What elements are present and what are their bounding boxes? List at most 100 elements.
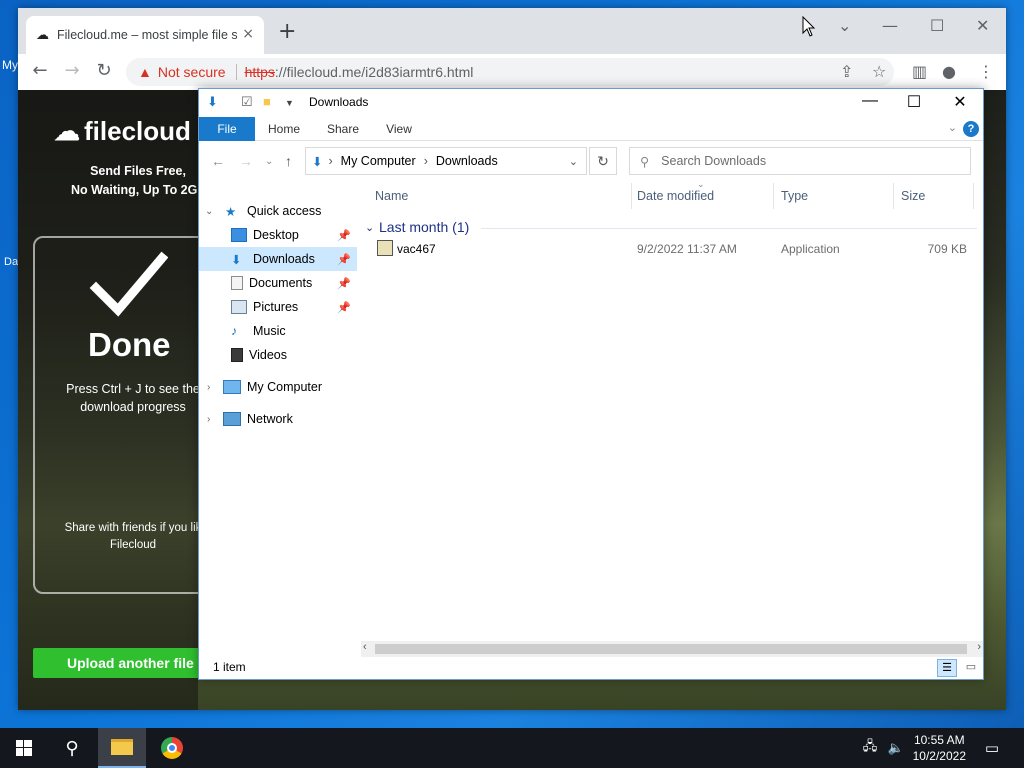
forward-icon[interactable]: → <box>239 153 253 169</box>
bookmark-star-icon[interactable]: ☆ <box>872 62 886 81</box>
column-divider[interactable] <box>773 183 774 209</box>
tab-share[interactable]: Share <box>317 117 369 141</box>
desktop-icon-label[interactable]: Da <box>4 256 18 268</box>
cloud-logo-icon: ☁ <box>54 116 80 146</box>
forward-icon[interactable]: → <box>60 60 84 81</box>
url-text: ://filecloud.me/i2d83iarmtr6.html <box>274 64 474 80</box>
horizontal-scrollbar[interactable]: ‹ › <box>361 641 983 657</box>
expand-ribbon-icon[interactable]: ⌄ <box>948 121 957 134</box>
taskbar-chrome[interactable] <box>148 728 196 768</box>
search-icon: ⚲ <box>640 154 650 169</box>
close-icon[interactable]: ✕ <box>937 92 983 112</box>
group-header[interactable]: Last month (1) <box>379 219 469 235</box>
nav-item-desktop[interactable]: Desktop 📌 <box>199 223 357 247</box>
breadcrumb-separator-icon: › <box>423 154 428 168</box>
nav-item-documents[interactable]: Documents 📌 <box>199 271 357 295</box>
network-tray-icon[interactable]: 🖧 <box>858 728 882 768</box>
nav-item-network[interactable]: › Network <box>199 407 357 431</box>
download-folder-icon: ⬇ <box>207 94 218 109</box>
expand-icon[interactable]: › <box>207 382 210 393</box>
up-icon[interactable]: ↑ <box>285 153 292 169</box>
filecloud-logo[interactable]: ☁ filecloud <box>54 116 191 147</box>
search-input[interactable]: ⚲ Search Downloads <box>629 147 971 175</box>
large-icons-view-icon[interactable]: ▭ <box>961 659 981 677</box>
nav-item-music[interactable]: ♪ Music <box>199 319 357 343</box>
collapse-icon[interactable]: ⌄ <box>205 206 213 217</box>
reload-icon[interactable]: ↻ <box>92 60 116 81</box>
column-header-date[interactable]: Date modified <box>637 189 714 203</box>
column-divider[interactable] <box>631 183 632 209</box>
star-icon: ★ <box>225 205 237 219</box>
pin-icon[interactable]: 📌 <box>337 253 351 266</box>
side-panel-icon[interactable]: ▥ <box>912 62 927 81</box>
url-scheme: https <box>244 64 275 80</box>
nav-item-my-computer[interactable]: › My Computer <box>199 375 357 399</box>
nav-item-videos[interactable]: Videos <box>199 343 357 367</box>
search-icon[interactable]: ⚲ <box>48 728 96 768</box>
volume-icon[interactable]: 🔈 <box>884 728 908 768</box>
help-icon[interactable]: ? <box>963 121 979 137</box>
share-line: Share with friends if you lik <box>64 522 202 534</box>
details-view-icon[interactable]: ☰ <box>937 659 957 677</box>
customize-toolbar-icon[interactable]: ▼ <box>285 98 294 108</box>
start-button[interactable] <box>0 728 48 768</box>
pin-icon[interactable]: 📌 <box>337 277 351 290</box>
column-header-name[interactable]: Name <box>375 189 408 203</box>
properties-icon[interactable]: ☑ <box>241 94 253 110</box>
tab-file[interactable]: File <box>199 117 255 141</box>
back-icon[interactable]: ← <box>28 60 52 81</box>
nav-label: Documents <box>249 276 313 290</box>
group-collapse-icon[interactable]: ⌄ <box>365 221 374 234</box>
address-bar[interactable]: ⬇ › My Computer › Downloads ⌄ <box>305 147 587 175</box>
column-divider[interactable] <box>973 183 974 209</box>
new-tab-button[interactable]: + <box>278 21 296 43</box>
breadcrumb-my-computer[interactable]: My Computer <box>341 154 416 168</box>
scrollbar-thumb[interactable] <box>375 644 967 654</box>
file-row[interactable]: vac467 9/2/2022 11:37 AM Application 709… <box>361 237 983 261</box>
tab-close-icon[interactable]: × <box>242 26 254 42</box>
menu-icon[interactable]: ⋮ <box>978 62 994 81</box>
nav-item-downloads[interactable]: ⬇ Downloads 📌 <box>199 247 357 271</box>
desktop-icon-label[interactable]: My <box>2 58 18 72</box>
recent-locations-icon[interactable]: ⌄ <box>265 156 273 167</box>
minimize-icon[interactable]: — <box>847 92 893 110</box>
address-dropdown-icon[interactable]: ⌄ <box>569 155 578 168</box>
nav-item-quick-access[interactable]: ⌄ ★ Quick access <box>199 199 357 223</box>
nav-label: Quick access <box>247 204 322 218</box>
refresh-icon[interactable]: ↻ <box>589 147 617 175</box>
scroll-left-icon[interactable]: ‹ <box>363 641 367 653</box>
close-icon[interactable]: ✕ <box>976 16 989 35</box>
back-icon[interactable]: ← <box>211 153 225 169</box>
browser-tab[interactable]: ☁ Filecloud.me – most simple file s × <box>26 16 264 54</box>
share-icon[interactable]: ⇪ <box>840 62 853 81</box>
address-bar[interactable]: ▲ Not secure https ://filecloud.me/i2d83… <box>126 58 894 86</box>
taskbar-file-explorer[interactable] <box>98 728 146 768</box>
explorer-title-bar: ⬇ ☑ ■ ▼ Downloads — ☐ ✕ <box>199 89 983 117</box>
new-folder-icon[interactable]: ■ <box>263 94 271 109</box>
file-type: Application <box>781 242 840 256</box>
column-divider[interactable] <box>893 183 894 209</box>
pin-icon[interactable]: 📌 <box>337 229 351 242</box>
file-explorer-window: ⬇ ☑ ■ ▼ Downloads — ☐ ✕ File Home Share … <box>198 88 984 680</box>
tab-view[interactable]: View <box>375 117 423 141</box>
nav-item-pictures[interactable]: Pictures 📌 <box>199 295 357 319</box>
tab-home[interactable]: Home <box>259 117 309 141</box>
minimize-icon[interactable]: — <box>882 16 898 35</box>
instructions-line: download progress <box>80 400 186 414</box>
share-line: Filecloud <box>109 539 157 551</box>
breadcrumb-downloads[interactable]: Downloads <box>436 154 498 168</box>
clock[interactable]: 10:55 AM 10/2/2022 <box>913 732 966 764</box>
column-header-type[interactable]: Type <box>781 189 808 203</box>
expand-icon[interactable]: › <box>207 414 210 425</box>
clock-time: 10:55 AM <box>913 733 965 747</box>
not-secure-label[interactable]: Not secure <box>158 64 226 80</box>
maximize-icon[interactable]: ☐ <box>891 92 937 112</box>
profile-avatar-icon[interactable]: ● <box>942 62 956 81</box>
tab-search-icon[interactable]: ⌄ <box>838 16 851 35</box>
notifications-icon[interactable]: ▭ <box>980 728 1004 768</box>
maximize-icon[interactable]: ☐ <box>930 16 944 35</box>
sort-indicator-icon: ⌄ <box>697 179 705 189</box>
scroll-right-icon[interactable]: › <box>977 641 981 653</box>
pin-icon[interactable]: 📌 <box>337 301 351 314</box>
column-header-size[interactable]: Size <box>901 189 925 203</box>
